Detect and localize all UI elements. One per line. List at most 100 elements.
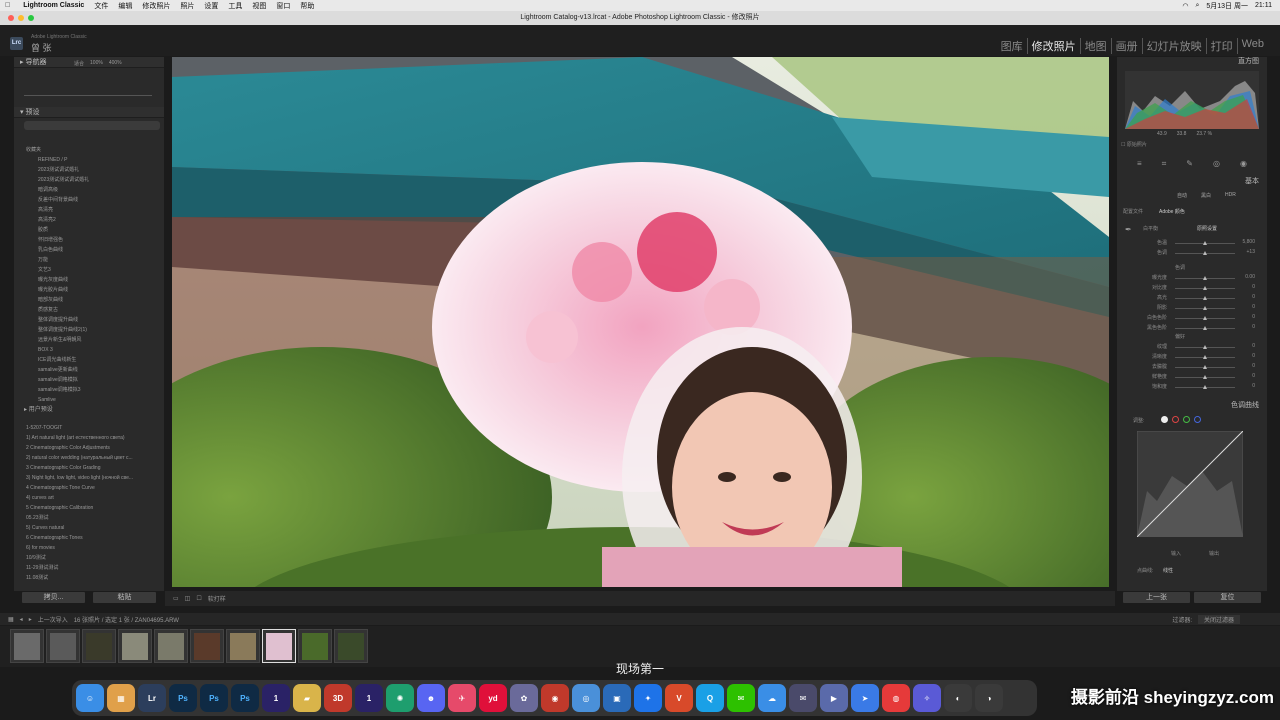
search-icon[interactable]: ⌕ bbox=[1195, 2, 1199, 10]
recording-app-icon[interactable]: ◐ bbox=[944, 684, 972, 712]
grid-view-icon[interactable]: ▦ bbox=[8, 616, 14, 623]
slider-row[interactable]: 曝光度 0.00 bbox=[1127, 274, 1261, 282]
preset-folder[interactable]: 3) Night light, low light, video light (… bbox=[14, 473, 164, 483]
preset-item[interactable]: 暗部灰曲线 bbox=[14, 295, 164, 305]
healing-icon[interactable]: ✎ bbox=[1186, 159, 1193, 169]
zoom-window-button[interactable] bbox=[28, 15, 34, 21]
slider-knob[interactable] bbox=[1203, 316, 1207, 320]
slider-row[interactable]: 黑色色阶 0 bbox=[1127, 324, 1261, 332]
before-after-icon[interactable]: ◫ bbox=[185, 595, 191, 602]
youdao-icon[interactable]: yd bbox=[479, 684, 507, 712]
slider-value[interactable]: 0.00 bbox=[1245, 274, 1255, 280]
filmstrip-thumbnail[interactable] bbox=[262, 629, 296, 663]
apple-icon[interactable]:  bbox=[0, 2, 15, 9]
preset-item[interactable]: samalive调格模拟 bbox=[14, 375, 164, 385]
preset-item[interactable]: 2023测试测试调试婚礼 bbox=[14, 175, 164, 185]
slider-value[interactable]: 0 bbox=[1252, 343, 1255, 349]
slider-row[interactable]: 高光 0 bbox=[1127, 294, 1261, 302]
zoom-100[interactable]: 100% bbox=[90, 60, 103, 67]
slider-knob[interactable] bbox=[1203, 365, 1207, 369]
preset-folder[interactable]: 4 Cinematographic Tone Curve bbox=[14, 483, 164, 493]
preset-folder[interactable]: 11-29测试测试 bbox=[14, 563, 164, 573]
folder-app-icon[interactable]: ▰ bbox=[293, 684, 321, 712]
minimize-window-button[interactable] bbox=[18, 15, 24, 21]
preset-item[interactable]: samalive调格模拟3 bbox=[14, 385, 164, 395]
module-web[interactable]: Web bbox=[1238, 38, 1268, 54]
finder-icon[interactable]: ☺ bbox=[76, 684, 104, 712]
preset-item[interactable]: 2023测试调试婚礼 bbox=[14, 165, 164, 175]
slider-knob[interactable] bbox=[1203, 251, 1207, 255]
menu-tools[interactable]: 工具 bbox=[223, 1, 247, 11]
hdr-button[interactable]: HDR bbox=[1225, 192, 1236, 199]
preset-folder[interactable]: 5) Curves natural bbox=[14, 523, 164, 533]
back-arrow-icon[interactable]: ◂ bbox=[20, 616, 23, 623]
slider-value[interactable]: 0 bbox=[1252, 314, 1255, 320]
menu-develop[interactable]: 修改照片 bbox=[137, 1, 175, 11]
preset-search-input[interactable] bbox=[24, 121, 160, 130]
preset-folder[interactable]: 6 Cinematographic Tones bbox=[14, 533, 164, 543]
menu-help[interactable]: 帮助 bbox=[295, 1, 319, 11]
slider-knob[interactable] bbox=[1203, 306, 1207, 310]
copy-button[interactable]: 拷贝... bbox=[22, 592, 85, 603]
slider-knob[interactable] bbox=[1203, 375, 1207, 379]
crop-icon[interactable]: ⌗ bbox=[1162, 159, 1167, 169]
presets-header[interactable]: ▾ 预设 bbox=[14, 107, 164, 118]
point-curve-select[interactable]: 线性 bbox=[1163, 567, 1173, 574]
tone-curve-graph[interactable] bbox=[1137, 431, 1243, 537]
user-presets-group[interactable]: ▸ 用户预设 bbox=[24, 404, 53, 413]
wifi-icon[interactable]: ◠ bbox=[1182, 2, 1188, 10]
video-player-icon[interactable]: ▶ bbox=[820, 684, 848, 712]
zoom-400[interactable]: 400% bbox=[109, 60, 122, 67]
preset-folder[interactable]: 05.23测试 bbox=[14, 513, 164, 523]
slider-row[interactable]: 纹理 0 bbox=[1127, 343, 1261, 351]
basic-header[interactable]: 基本 bbox=[1117, 177, 1267, 187]
slider-row[interactable]: 色温 5,800 bbox=[1127, 239, 1261, 247]
slider-value[interactable]: 0 bbox=[1252, 353, 1255, 359]
menu-view[interactable]: 视图 bbox=[247, 1, 271, 11]
slider-knob[interactable] bbox=[1203, 385, 1207, 389]
preset-item[interactable]: 高清亮 bbox=[14, 205, 164, 215]
filter-select[interactable]: 关闭过滤器 bbox=[1197, 614, 1240, 624]
preset-folder[interactable]: 2 Cinematographic Color Adjustments bbox=[14, 443, 164, 453]
main-photo[interactable] bbox=[172, 57, 1109, 587]
preset-folder[interactable]: 6) for movies bbox=[14, 543, 164, 553]
filmstrip-thumbnail[interactable] bbox=[298, 629, 332, 663]
preset-item[interactable]: 暗调高级 bbox=[14, 185, 164, 195]
preset-item[interactable]: REFINED / P bbox=[14, 155, 164, 165]
slider-value[interactable]: 0 bbox=[1252, 294, 1255, 300]
menu-settings[interactable]: 设置 bbox=[199, 1, 223, 11]
lightroom-icon[interactable]: Lr bbox=[138, 684, 166, 712]
bw-button[interactable]: 黑白 bbox=[1201, 192, 1211, 199]
preset-item[interactable]: 文艺3 bbox=[14, 265, 164, 275]
slider-row[interactable]: 饱和度 0 bbox=[1127, 383, 1261, 391]
filmstrip-thumbnail[interactable] bbox=[190, 629, 224, 663]
module-book[interactable]: 画册 bbox=[1112, 38, 1143, 54]
discord-icon[interactable]: ☻ bbox=[417, 684, 445, 712]
histogram-chart[interactable] bbox=[1125, 71, 1259, 129]
photoshop-3-icon[interactable]: Ps bbox=[231, 684, 259, 712]
reset-button[interactable]: 复位 bbox=[1194, 592, 1261, 603]
module-develop[interactable]: 修改照片 bbox=[1028, 38, 1081, 54]
paste-button[interactable]: 粘贴 bbox=[93, 592, 156, 603]
histogram-header[interactable]: 直方图 bbox=[1117, 57, 1267, 67]
weibo-icon[interactable]: ◍ bbox=[882, 684, 910, 712]
netease-music-icon[interactable]: ◉ bbox=[541, 684, 569, 712]
filmstrip-thumbnail[interactable] bbox=[154, 629, 188, 663]
module-print[interactable]: 打印 bbox=[1207, 38, 1238, 54]
filmstrip-thumbnail[interactable] bbox=[334, 629, 368, 663]
slider-knob[interactable] bbox=[1203, 241, 1207, 245]
filmstrip-source[interactable]: 上一次导入 bbox=[38, 615, 68, 624]
soft-proof-checkbox[interactable]: ☐ bbox=[196, 595, 201, 602]
masking-icon[interactable]: ◎ bbox=[1213, 159, 1220, 169]
preset-item[interactable]: 质感复古 bbox=[14, 305, 164, 315]
module-map[interactable]: 地图 bbox=[1081, 38, 1112, 54]
onepassword-icon[interactable]: 1 bbox=[262, 684, 290, 712]
slider-knob[interactable] bbox=[1203, 296, 1207, 300]
module-library[interactable]: 图库 bbox=[997, 38, 1028, 54]
slider-knob[interactable] bbox=[1203, 286, 1207, 290]
vpn-icon[interactable]: V bbox=[665, 684, 693, 712]
photo-app-icon[interactable]: ✿ bbox=[510, 684, 538, 712]
preset-folder[interactable]: 4) curves art bbox=[14, 493, 164, 503]
original-photo-checkbox[interactable]: ☐ 原始照片 bbox=[1121, 141, 1147, 148]
slider-knob[interactable] bbox=[1203, 355, 1207, 359]
